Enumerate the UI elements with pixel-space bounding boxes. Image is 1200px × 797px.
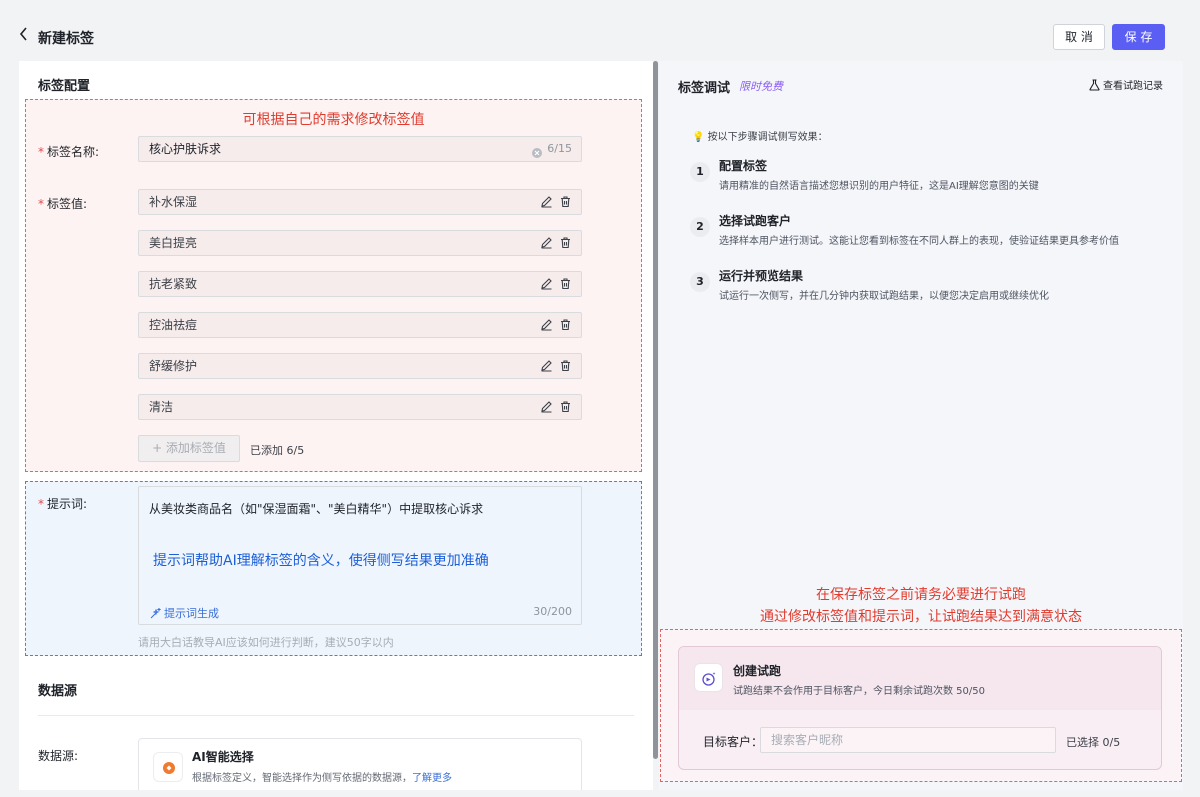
tag-value-item[interactable]: 舒缓修护 <box>138 353 582 379</box>
free-badge: 限时免费 <box>739 80 783 93</box>
selected-count: 已选择 0/5 <box>1066 736 1121 749</box>
delete-icon[interactable] <box>559 277 572 290</box>
magic-wand-icon <box>150 607 162 619</box>
tag-name-label: * 标签名称: <box>38 145 100 159</box>
flask-icon <box>1089 79 1100 91</box>
back-icon[interactable] <box>18 26 32 46</box>
customer-search-input[interactable] <box>760 727 1056 753</box>
add-tag-value-button[interactable]: + 添加标签值 <box>138 435 240 462</box>
prompt-generate-link[interactable]: 提示词生成 <box>150 605 219 621</box>
scrollbar[interactable] <box>653 61 658 759</box>
debug-tip: 💡 按以下步骤调试侧写效果： <box>692 132 828 143</box>
config-section-title: 标签配置 <box>38 79 91 94</box>
datasource-label: 数据源: <box>38 749 79 763</box>
clear-icon[interactable] <box>531 143 543 158</box>
edit-icon[interactable] <box>540 400 553 413</box>
prompt-textarea[interactable]: 从美妆类商品名（如"保湿面霜"、"美白精华"）中提取核心诉求 提示词帮助AI理解… <box>138 486 582 625</box>
annotation-prompt: 提示词帮助AI理解标签的含义，使得侧写结果更加准确 <box>153 553 489 569</box>
edit-icon[interactable] <box>540 236 553 249</box>
edit-icon[interactable] <box>540 359 553 372</box>
divider <box>38 715 634 716</box>
create-trial-card: 创建试跑 试跑结果不会作用于目标客户，今日剩余试跑次数 50/50 目标客户： … <box>678 646 1162 770</box>
edit-icon[interactable] <box>540 195 553 208</box>
cancel-button[interactable]: 取 消 <box>1053 24 1105 50</box>
tag-name-input[interactable]: 核心护肤诉求 6/15 <box>138 136 582 162</box>
top-bar: 新建标签 取 消 保 存 <box>0 0 1200 60</box>
annotation-trial-line1: 在保存标签之前请务必要进行试跑 <box>816 587 1026 603</box>
datasource-section-title: 数据源 <box>38 684 78 699</box>
tag-debug-panel: 标签调试 限时免费 查看试跑记录 💡 按以下步骤调试侧写效果： 1 配置标签 请… <box>659 61 1183 790</box>
delete-icon[interactable] <box>559 400 572 413</box>
prompt-hint: 请用大白话教导AI应该如何进行判断，建议50字以内 <box>138 636 394 649</box>
edit-icon[interactable] <box>540 318 553 331</box>
delete-icon[interactable] <box>559 236 572 249</box>
tag-value-item[interactable]: 补水保湿 <box>138 189 582 215</box>
delete-icon[interactable] <box>559 318 572 331</box>
ai-smart-select-card[interactable]: AI智能选择 根据标签定义，智能选择作为侧写依据的数据源，了解更多 <box>138 738 582 790</box>
added-count: 已添加 6/5 <box>250 444 305 457</box>
tag-value-item[interactable]: 美白提亮 <box>138 230 582 256</box>
ai-icon <box>153 752 183 782</box>
debug-title: 标签调试 <box>678 81 731 96</box>
learn-more-link[interactable]: 了解更多 <box>412 773 452 784</box>
annotation-tag-values: 可根据自己的需求修改标签值 <box>242 112 425 128</box>
create-trial-desc: 试跑结果不会作用于目标客户，今日剩余试跑次数 50/50 <box>733 686 985 697</box>
prompt-label: * 提示词: <box>38 497 88 511</box>
annotation-trial-line2: 通过修改标签值和提示词，让试跑结果达到满意状态 <box>760 609 1082 625</box>
create-trial-title: 创建试跑 <box>733 664 782 678</box>
view-trial-history-link[interactable]: 查看试跑记录 <box>1089 77 1163 92</box>
trial-run-icon <box>694 663 723 692</box>
edit-icon[interactable] <box>540 277 553 290</box>
tag-config-panel: 标签配置 可根据自己的需求修改标签值 * 标签名称: 核心护肤诉求 6/15 * 标… <box>19 61 653 790</box>
tag-name-counter: 6/15 <box>547 142 572 155</box>
tag-value-item[interactable]: 清洁 <box>138 394 582 420</box>
tag-value-item[interactable]: 控油祛痘 <box>138 312 582 338</box>
tag-values-label: * 标签值: <box>38 197 88 211</box>
page-title: 新建标签 <box>38 31 94 47</box>
target-customer-label: 目标客户： <box>703 735 764 749</box>
prompt-counter: 30/200 <box>533 605 572 618</box>
save-button[interactable]: 保 存 <box>1112 24 1165 50</box>
delete-icon[interactable] <box>559 359 572 372</box>
tag-value-item[interactable]: 抗老紧致 <box>138 271 582 297</box>
delete-icon[interactable] <box>559 195 572 208</box>
